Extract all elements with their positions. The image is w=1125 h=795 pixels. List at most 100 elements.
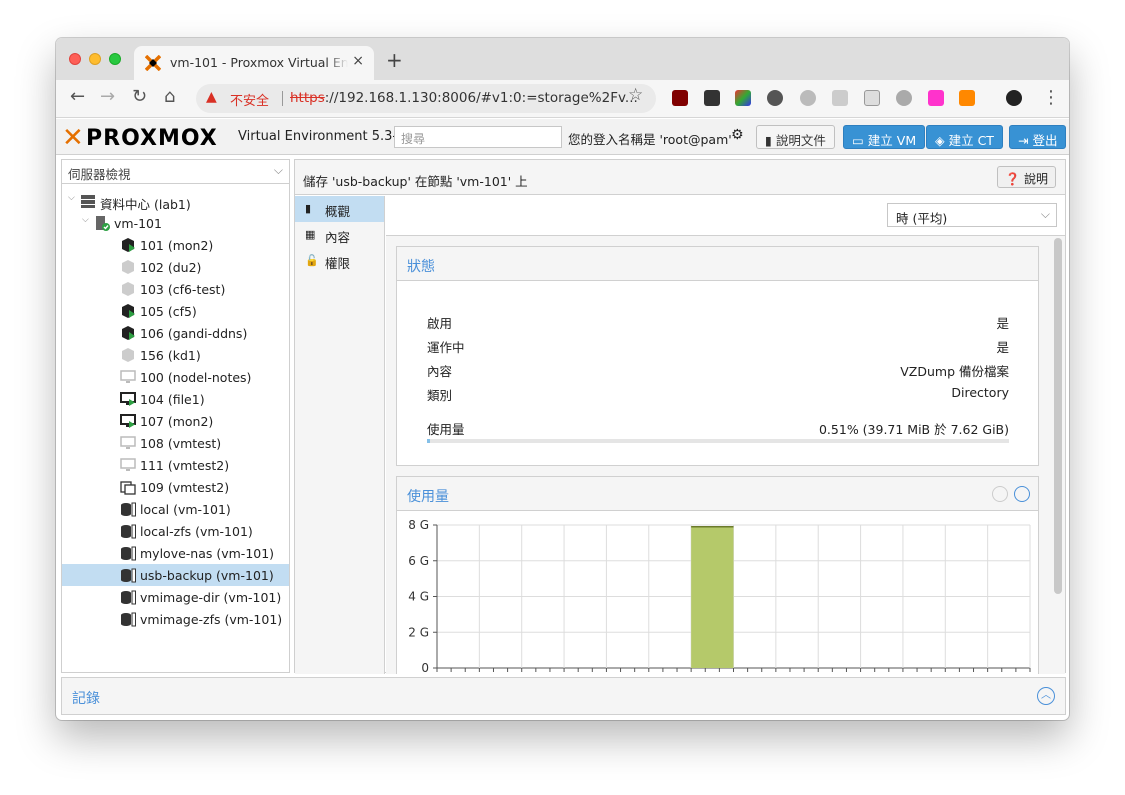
extension-icon[interactable]: [896, 90, 912, 106]
zoom-icon[interactable]: [1014, 486, 1030, 502]
storage-icon: [121, 524, 136, 539]
expander-icon[interactable]: ⌵: [68, 193, 75, 203]
usage-progress-fill: [427, 439, 430, 443]
status-row: 類別 Directory: [427, 385, 1009, 405]
timeframe-select[interactable]: 時 (平均) ⌵: [887, 203, 1057, 227]
browser-tab[interactable]: vm-101 - Proxmox Virtual Environment ×: [134, 46, 374, 80]
tree-item[interactable]: 109 (vmtest2): [62, 476, 289, 498]
node-icon: [96, 216, 110, 231]
usage-progress-bar: [427, 439, 1009, 443]
bookmark-star-icon[interactable]: ☆: [628, 85, 643, 105]
tree-item[interactable]: ⌵ vm-101: [62, 212, 289, 234]
tree-item[interactable]: ⌵ 資料中心 (lab1): [62, 190, 289, 212]
pve-header: ✕ PROXMOX Virtual Environment 5.3-5 搜尋 您…: [56, 119, 1069, 155]
unicorn-icon[interactable]: [928, 90, 944, 106]
status-key: 運作中: [427, 340, 465, 355]
back-icon[interactable]: ←: [70, 86, 85, 107]
logout-icon: ⇥: [1018, 133, 1033, 148]
close-window-button[interactable]: [69, 53, 81, 65]
summary-area: 時 (平均) ⌵ 狀態 啟用 是 運作中 是 內容 VZDump 備份檔案 類別…: [386, 196, 1065, 674]
ublock-icon[interactable]: [672, 90, 688, 106]
storage-icon: [121, 568, 136, 583]
tree-item[interactable]: vmimage-dir (vm-101): [62, 586, 289, 608]
url-rest: ://192.168.1.130:8006/#v1:0:=storage%2Fv…: [324, 90, 638, 106]
tree-item-label: vmimage-zfs (vm-101): [140, 612, 283, 627]
address-bar[interactable]: ▲ 不安全 https://192.168.1.130:8006/#v1:0:=…: [196, 84, 656, 113]
chevron-down-icon: ⌵: [1040, 207, 1050, 221]
tab-summary[interactable]: ▮ 概觀: [295, 196, 384, 222]
help-button[interactable]: ❓ 說明: [997, 166, 1056, 188]
insecure-label[interactable]: 不安全: [230, 90, 269, 109]
cube-icon: ◈: [935, 133, 949, 148]
help-label: 說明: [1023, 172, 1048, 186]
usage-bar[interactable]: [691, 526, 734, 668]
extension-icon[interactable]: [832, 90, 848, 106]
search-input[interactable]: 搜尋: [394, 126, 562, 148]
vm-stopped-icon: [120, 458, 136, 471]
expander-icon[interactable]: ⌵: [82, 215, 89, 225]
tree-item[interactable]: vmimage-zfs (vm-101): [62, 608, 289, 630]
tree-item-label: vm-101: [114, 216, 162, 231]
zoom-reset-icon[interactable]: [992, 486, 1008, 502]
menu-icon[interactable]: ⋮: [1042, 87, 1060, 108]
tree-item[interactable]: 108 (vmtest): [62, 432, 289, 454]
scrollbar[interactable]: [1054, 238, 1062, 594]
tree-item[interactable]: 111 (vmtest2): [62, 454, 289, 476]
book-icon: ▮: [305, 202, 312, 215]
tree-item[interactable]: 156 (kd1): [62, 344, 289, 366]
container-running-icon: [122, 326, 135, 340]
logout-button[interactable]: ⇥ 登出: [1009, 125, 1067, 149]
tree-item[interactable]: 103 (cf6-test): [62, 278, 289, 300]
zoom-window-button[interactable]: [109, 53, 121, 65]
logout-label: 登出: [1032, 133, 1058, 148]
smart-pip-icon[interactable]: [959, 90, 975, 106]
tab-summary-label: 概觀: [325, 204, 351, 219]
tree-item[interactable]: mylove-nas (vm-101): [62, 542, 289, 564]
tree-item-label: usb-backup (vm-101): [140, 568, 274, 583]
resource-tree-panel: 伺服器檢視 ⌵ ⌵ 資料中心 (lab1) ⌵ vm-101 101 (mon2) 102…: [61, 159, 290, 673]
tree-item[interactable]: 107 (mon2): [62, 410, 289, 432]
tree-item[interactable]: 102 (du2): [62, 256, 289, 278]
copy-icon[interactable]: [864, 90, 880, 106]
status-panel-header: 狀態: [397, 247, 1038, 281]
create-vm-button[interactable]: ▭ 建立 VM: [843, 125, 926, 149]
tree-item-label: 107 (mon2): [140, 414, 214, 429]
tree-item-label: vmimage-dir (vm-101): [140, 590, 282, 605]
forward-icon[interactable]: →: [100, 86, 115, 107]
status-value: 是: [996, 340, 1009, 355]
extension-icon[interactable]: [735, 90, 751, 106]
extension-icon[interactable]: [704, 90, 720, 106]
usage-row: 使用量 0.51% (39.71 MiB 於 7.62 GiB): [427, 419, 1009, 439]
tree-item[interactable]: local (vm-101): [62, 498, 289, 520]
gear-icon[interactable]: ⚙: [731, 127, 744, 143]
avatar[interactable]: [1006, 90, 1022, 106]
tab-permissions[interactable]: 🔓 權限: [295, 248, 384, 274]
timeframe-value: 時 (平均): [896, 211, 948, 226]
tree-item[interactable]: usb-backup (vm-101): [62, 564, 289, 586]
minimize-window-button[interactable]: [89, 53, 101, 65]
tree-item[interactable]: 105 (cf5): [62, 300, 289, 322]
tab-content[interactable]: ▦ 內容: [295, 222, 384, 248]
tree-item[interactable]: 104 (file1): [62, 388, 289, 410]
tree-item[interactable]: 101 (mon2): [62, 234, 289, 256]
sync-icon[interactable]: [767, 90, 783, 106]
tree-item[interactable]: 106 (gandi-ddns): [62, 322, 289, 344]
usage-chart-title: 使用量: [407, 489, 449, 505]
tree-item[interactable]: 100 (nodel-notes): [62, 366, 289, 388]
home-icon[interactable]: ⌂: [164, 86, 175, 107]
reload-icon[interactable]: ↻: [132, 86, 147, 107]
view-selector[interactable]: 伺服器檢視 ⌵: [62, 160, 289, 184]
expand-log-icon[interactable]: ︿: [1037, 687, 1055, 705]
new-tab-button[interactable]: +: [386, 48, 403, 72]
url-text[interactable]: https://192.168.1.130:8006/#v1:0:=storag…: [290, 90, 638, 106]
docs-label: 說明文件: [775, 133, 826, 148]
usage-chart: 8 G 6 G 4 G 2 G 0: [408, 518, 1031, 674]
docs-button[interactable]: ▮ 說明文件: [756, 125, 835, 149]
tree-item[interactable]: local-zfs (vm-101): [62, 520, 289, 542]
close-tab-icon[interactable]: ×: [352, 53, 364, 69]
extension-icon[interactable]: [800, 90, 816, 106]
create-ct-button[interactable]: ◈ 建立 CT: [926, 125, 1003, 149]
tree-item-label: 資料中心 (lab1): [100, 197, 191, 212]
status-row: 運作中 是: [427, 337, 1009, 357]
book-icon: ▮: [765, 133, 776, 148]
